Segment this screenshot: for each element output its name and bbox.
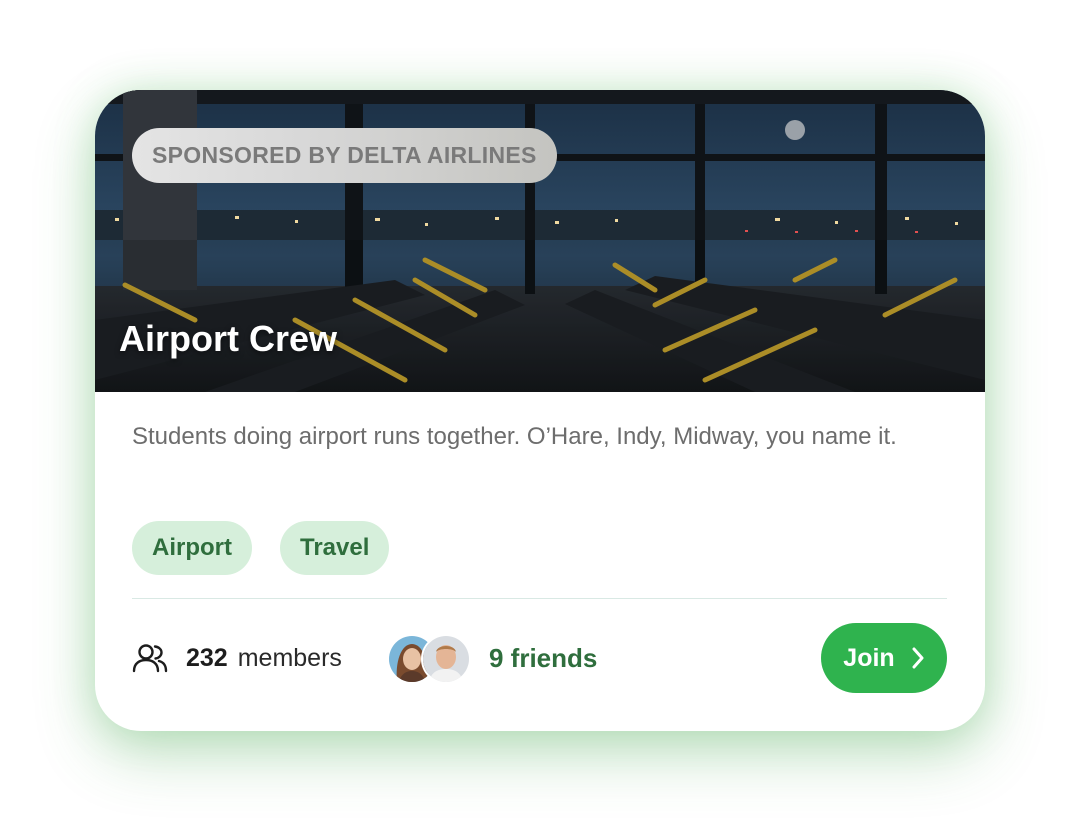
tag-airport[interactable]: Airport <box>132 521 252 575</box>
members-label: members <box>237 643 342 672</box>
group-description: Students doing airport runs together. O’… <box>132 423 897 450</box>
group-title: Airport Crew <box>119 318 338 359</box>
group-card[interactable]: SPONSORED BY DELTA AIRLINES Airport Crew… <box>95 90 985 731</box>
sponsored-badge: SPONSORED BY DELTA AIRLINES <box>132 128 557 183</box>
page-background: SPONSORED BY DELTA AIRLINES Airport Crew… <box>0 0 1080 831</box>
join-label: Join <box>843 643 895 672</box>
friend-avatars <box>387 634 471 684</box>
members-count: 232 <box>186 643 228 672</box>
people-icon <box>132 644 168 673</box>
avatar <box>421 634 471 684</box>
divider <box>132 598 947 599</box>
card-footer: 232 members 9 friends Join <box>132 623 947 693</box>
hero-image: SPONSORED BY DELTA AIRLINES Airport Crew <box>95 90 985 392</box>
chevron-right-icon <box>912 647 924 669</box>
friends-count[interactable]: 9 friends <box>489 643 597 674</box>
tag-list: Airport Travel <box>132 521 390 575</box>
friends-info[interactable]: 9 friends <box>387 623 597 693</box>
members-info: 232 members <box>132 623 342 693</box>
tag-travel[interactable]: Travel <box>280 521 390 575</box>
join-button[interactable]: Join <box>821 623 947 693</box>
